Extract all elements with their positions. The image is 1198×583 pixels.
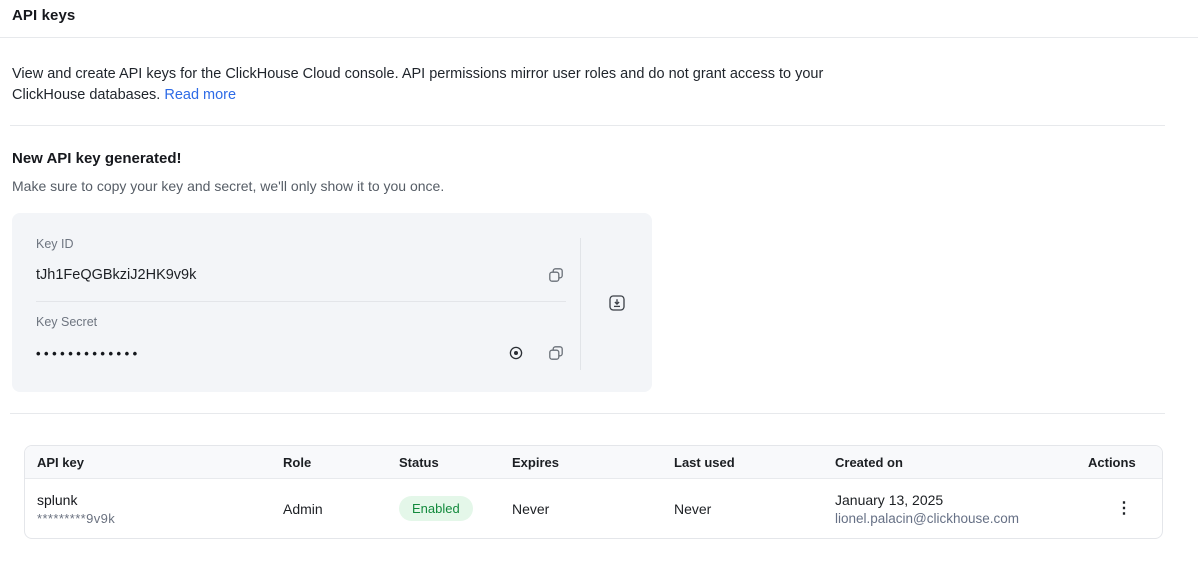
copy-key-id-button[interactable] <box>546 265 566 285</box>
key-fields: Key ID tJh1FeQGBkziJ2HK9v9k <box>12 213 580 392</box>
key-id-value: tJh1FeQGBkziJ2HK9v9k <box>36 267 546 283</box>
key-secret-label: Key Secret <box>36 315 566 329</box>
expires-cell: Never <box>500 501 662 517</box>
col-header-created-on: Created on <box>823 455 1076 470</box>
read-more-link[interactable]: Read more <box>164 87 236 103</box>
field-divider <box>36 301 566 302</box>
kebab-menu-icon: ⋮ <box>1116 500 1132 517</box>
generated-key-panel: Key ID tJh1FeQGBkziJ2HK9v9k <box>12 213 652 392</box>
table-header-row: API key Role Status Expires Last used Cr… <box>25 446 1162 479</box>
key-id-field: Key ID tJh1FeQGBkziJ2HK9v9k <box>36 237 566 286</box>
divider-under-title <box>0 37 1198 38</box>
table-row: splunk *********9v9k Admin Enabled Never… <box>25 479 1162 538</box>
role-cell: Admin <box>271 501 387 517</box>
last-used-cell: Never <box>662 501 823 517</box>
created-on-cell: January 13, 2025 lionel.palacin@clickhou… <box>823 492 1076 526</box>
api-key-masked: *********9v9k <box>37 511 271 526</box>
key-secret-field: Key Secret ••••••••••••• <box>36 315 566 364</box>
copy-secret-button[interactable] <box>546 343 566 363</box>
page-description-text: View and create API keys for the ClickHo… <box>12 66 823 103</box>
created-by-email: lionel.palacin@clickhouse.com <box>835 511 1076 526</box>
new-key-banner-title: New API key generated! <box>12 150 1198 167</box>
status-badge: Enabled <box>399 496 473 521</box>
divider-above-table <box>10 413 1165 414</box>
col-header-expires: Expires <box>500 455 662 470</box>
col-header-api-key: API key <box>25 455 271 470</box>
copy-icon <box>548 267 564 283</box>
col-header-status: Status <box>387 455 500 470</box>
reveal-secret-button[interactable] <box>506 343 526 363</box>
key-secret-masked-value: ••••••••••••• <box>36 346 506 361</box>
download-credentials-button[interactable] <box>605 291 629 315</box>
api-key-cell: splunk *********9v9k <box>25 492 271 526</box>
page-description: View and create API keys for the ClickHo… <box>12 64 827 106</box>
col-header-role: Role <box>271 455 387 470</box>
row-actions-button[interactable]: ⋮ <box>1112 499 1136 519</box>
col-header-last-used: Last used <box>662 455 823 470</box>
key-id-label: Key ID <box>36 237 566 251</box>
page-title: API keys <box>12 7 1198 24</box>
copy-icon <box>548 345 564 361</box>
status-cell: Enabled <box>387 496 500 521</box>
col-header-actions: Actions <box>1076 455 1162 470</box>
eye-icon <box>508 345 524 361</box>
actions-cell: ⋮ <box>1076 499 1162 519</box>
divider-under-description <box>10 125 1165 126</box>
api-key-name: splunk <box>37 492 271 508</box>
created-date: January 13, 2025 <box>835 492 1076 508</box>
download-icon <box>608 294 626 312</box>
new-key-banner-subtitle: Make sure to copy your key and secret, w… <box>12 178 1198 194</box>
api-keys-table: API key Role Status Expires Last used Cr… <box>24 445 1163 539</box>
